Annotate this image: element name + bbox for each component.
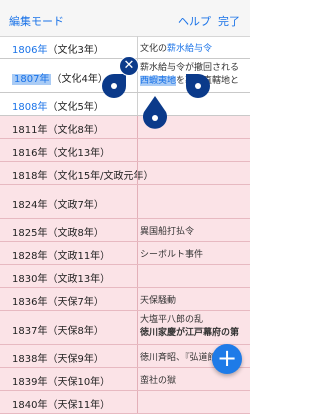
column-divider xyxy=(137,36,138,58)
year-cell: 1808年（文化5年） xyxy=(12,102,104,113)
event-cell: 天保騒動 xyxy=(140,296,177,306)
help-button[interactable]: ヘルプ xyxy=(178,13,211,29)
column-divider xyxy=(137,288,138,310)
year-cell: 1818年（文化15年/文政元年） xyxy=(12,171,154,182)
event-cell: シーボルト事件 xyxy=(140,250,204,260)
table-row[interactable]: 1837年（天保8年） 大塩平八郎の乱 徳川家慶が江戸幕府の第 xyxy=(0,311,250,345)
table-row[interactable]: 1818年（文化15年/文政元年） xyxy=(0,162,250,185)
year-cell: 1837年（天保8年） xyxy=(12,326,104,337)
selected-text[interactable]: 1807年 xyxy=(12,74,52,85)
column-divider xyxy=(137,139,138,161)
year-cell: 1824年（文政7年） xyxy=(12,200,104,211)
year-cell: 1830年（文政13年） xyxy=(12,274,111,285)
column-divider xyxy=(137,368,138,390)
column-divider xyxy=(137,116,138,138)
year-cell: 1825年（文政8年） xyxy=(12,228,104,239)
column-divider xyxy=(137,162,138,184)
table-row[interactable]: 1816年（文化13年） xyxy=(0,139,250,162)
add-button[interactable]: + xyxy=(212,344,242,374)
event-cell: 大塩平八郎の乱 徳川家慶が江戸幕府の第 xyxy=(140,315,240,338)
column-divider xyxy=(137,93,138,115)
table-row[interactable]: 1830年（文政13年） xyxy=(0,265,250,288)
close-icon[interactable]: ✕ xyxy=(119,56,139,76)
table-row[interactable]: 1836年（天保7年） 天保騒動 xyxy=(0,288,250,311)
year-cell: 1811年（文化8年） xyxy=(12,125,104,136)
table-row[interactable]: 1824年（文政7年） xyxy=(0,185,250,219)
edit-mode-button[interactable]: 編集モード xyxy=(9,13,64,29)
column-divider xyxy=(137,311,138,344)
event-cell: 蛮社の獄 xyxy=(140,376,177,386)
table-row[interactable]: 1828年（文政11年） シーボルト事件 xyxy=(0,242,250,265)
year-cell: 1806年（文化3年） xyxy=(12,45,104,56)
event-cell: 異国船打払令 xyxy=(140,227,195,237)
event-link[interactable]: 薪水給与令 xyxy=(167,44,212,54)
column-divider xyxy=(137,219,138,241)
table-row[interactable]: 1811年（文化8年） xyxy=(0,116,250,139)
table-row[interactable]: 1825年（文政8年） 異国船打払令 xyxy=(0,219,250,242)
table-row[interactable]: 1840年（天保11年） xyxy=(0,391,250,414)
year-cell: 1838年（天保9年） xyxy=(12,354,104,365)
year-cell: 1828年（文政11年） xyxy=(12,251,111,262)
column-divider xyxy=(137,185,138,218)
year-cell: 1840年（天保11年） xyxy=(12,400,111,411)
navigation-bar: 編集モード ヘルプ 完了 xyxy=(0,0,250,37)
selection-handle-bottom-icon[interactable] xyxy=(140,92,170,132)
column-divider xyxy=(137,391,138,413)
done-button[interactable]: 完了 xyxy=(218,13,240,29)
year-cell: 1816年（文化13年） xyxy=(12,148,111,159)
column-divider xyxy=(137,265,138,287)
column-divider xyxy=(137,242,138,264)
table-row[interactable]: 1839年（天保10年） 蛮社の獄 xyxy=(0,368,250,391)
selection-handle-right-icon[interactable] xyxy=(176,66,216,106)
event-cell: 文化の薪水給与令 xyxy=(140,44,213,54)
year-cell: 1807年 （文化4年） xyxy=(12,74,108,85)
event-link[interactable]: 西蝦夷地 xyxy=(140,76,177,86)
column-divider xyxy=(137,345,138,367)
year-cell: 1839年（天保10年） xyxy=(12,377,111,388)
year-cell: 1836年（天保7年） xyxy=(12,297,104,308)
